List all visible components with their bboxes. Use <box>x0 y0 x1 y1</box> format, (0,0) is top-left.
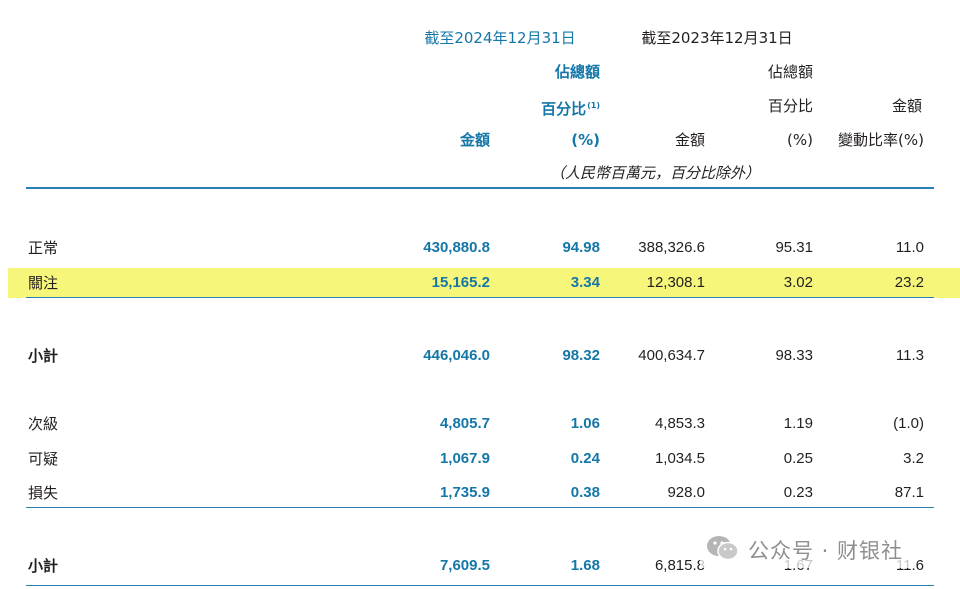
amount-2024-cell: 446,046.0 <box>423 347 490 364</box>
share-2024-cell: 1.68 <box>570 557 600 574</box>
bottom-rule <box>26 585 934 586</box>
amount-2024-cell: 7,609.5 <box>439 557 490 574</box>
unit-note: （人民幣百萬元，百分比除外） <box>549 164 760 182</box>
share-2024-cell: 0.24 <box>570 450 600 467</box>
watermark: 公众号 · 财银社 <box>700 532 910 568</box>
wechat-icon <box>706 534 740 566</box>
share-2024-cell: 0.38 <box>570 484 600 501</box>
share-2024-header-line1: 佔總額 <box>554 63 600 81</box>
footnote-marker: (1) <box>587 101 600 110</box>
share-2023-header-line1: 佔總額 <box>767 63 813 81</box>
header-rule <box>26 187 934 189</box>
amount-2024-cell: 430,880.8 <box>423 239 490 256</box>
amount-2024-cell: 1,067.9 <box>439 450 490 467</box>
share-2023-cell: 0.25 <box>783 450 813 467</box>
share-2024-cell: 1.06 <box>570 415 600 432</box>
row-label: 可疑 <box>28 450 59 468</box>
row-label: 小計 <box>28 557 59 575</box>
share-2024-cell: 3.34 <box>570 274 600 291</box>
change-cell: 23.2 <box>894 274 924 291</box>
share-2023-cell: 1.19 <box>783 415 813 432</box>
row-label: 正常 <box>28 239 59 257</box>
period-2023-header: 截至2023年12月31日 <box>641 29 793 47</box>
row-label: 小計 <box>28 347 59 365</box>
amount-2023-cell: 388,326.6 <box>638 239 705 256</box>
row-label: 損失 <box>28 484 59 502</box>
period-2024-header: 截至2024年12月31日 <box>424 29 576 47</box>
share-2023-header-line2: 百分比 <box>767 97 813 115</box>
change-cell: (1.0) <box>893 415 924 432</box>
amount-2024-header: 金額 <box>459 131 490 149</box>
change-header-line2: 變動比率(%) <box>838 131 924 149</box>
amount-2024-cell: 4,805.7 <box>439 415 490 432</box>
row-label: 次級 <box>28 415 59 433</box>
share-2024-header-line2: 百分比(1) <box>541 100 600 118</box>
amount-2023-cell: 928.0 <box>667 484 705 501</box>
amount-2023-cell: 1,034.5 <box>654 450 705 467</box>
amount-2024-cell: 1,735.9 <box>439 484 490 501</box>
share-2023-header-unit: (%) <box>787 131 813 149</box>
change-cell: 87.1 <box>894 484 924 501</box>
amount-2023-cell: 4,853.3 <box>654 415 705 432</box>
subtotal-rule-1 <box>26 297 934 298</box>
share-2024-header-unit: (%) <box>571 131 600 149</box>
amount-2023-cell: 6,815.8 <box>654 557 705 574</box>
share-2024-cell: 98.32 <box>562 347 600 364</box>
amount-2024-cell: 15,165.2 <box>431 274 490 291</box>
row-label: 關注 <box>28 274 59 292</box>
share-2023-cell: 0.23 <box>783 484 813 501</box>
share-2023-cell: 98.33 <box>775 347 813 364</box>
change-cell: 3.2 <box>903 450 924 467</box>
change-header-line1: 金額 <box>891 97 922 115</box>
watermark-text: 公众号 · 财银社 <box>748 539 904 563</box>
amount-2023-header: 金額 <box>674 131 705 149</box>
share-2023-cell: 95.31 <box>775 239 813 256</box>
change-cell: 11.0 <box>895 239 924 256</box>
amount-2023-cell: 12,308.1 <box>646 274 705 291</box>
share-2023-cell: 3.02 <box>783 274 813 291</box>
subtotal-rule-2 <box>26 507 934 508</box>
change-cell: 11.3 <box>895 347 924 364</box>
share-2024-cell: 94.98 <box>562 239 600 256</box>
amount-2023-cell: 400,634.7 <box>638 347 705 364</box>
